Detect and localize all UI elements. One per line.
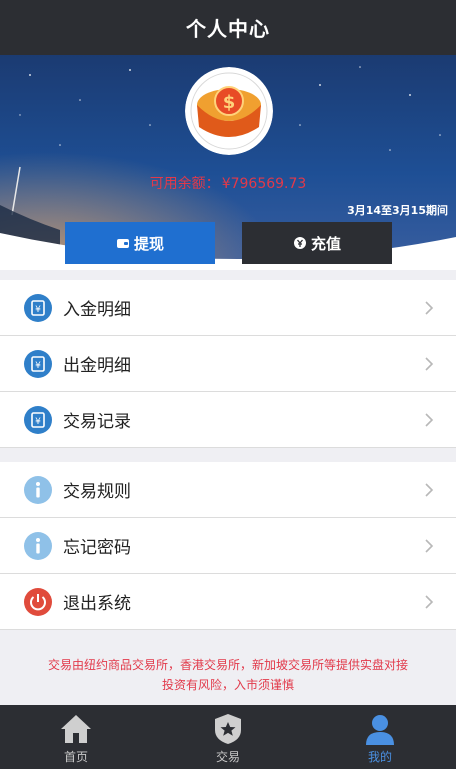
chevron-right-icon <box>425 595 434 609</box>
trade-badge-icon <box>215 714 241 744</box>
svg-text:¥: ¥ <box>35 305 41 315</box>
tab-label: 首页 <box>63 750 88 764</box>
balance-label: 可用余额： <box>149 176 220 192</box>
menu-item-logout[interactable]: 退出系统 <box>0 574 456 630</box>
svg-text:¥: ¥ <box>35 417 41 427</box>
info-icon <box>24 531 52 560</box>
home-icon <box>61 715 91 743</box>
tab-home[interactable]: 首页 <box>0 705 152 769</box>
coin-icon <box>293 237 306 249</box>
funds-menu: ¥ 入金明细 ¥ 出金明细 ¥ 交易记录 <box>0 280 456 448</box>
avatar: $ <box>185 67 273 155</box>
chevron-right-icon <box>425 301 434 315</box>
wallet-icon <box>116 239 129 248</box>
period-label: 3月14至3月15期间 <box>347 204 448 217</box>
menu-item-forgot-password[interactable]: 忘记密码 <box>0 518 456 574</box>
user-icon <box>366 715 394 745</box>
withdraw-label: 提现 <box>133 234 164 253</box>
page-header: 个人中心 <box>0 0 456 55</box>
notice-line-2: 投资有风险，入市须谨慎 <box>161 678 294 692</box>
menu-item-label: 出金明细 <box>63 356 131 376</box>
menu-item-deposit-details[interactable]: ¥ 入金明细 <box>0 280 456 336</box>
risk-notice: 交易由纽约商品交易所，香港交易所，新加坡交易所等提供实盘对接 投资有风险，入市须… <box>0 655 456 695</box>
chevron-right-icon <box>425 483 434 497</box>
svg-text:$: $ <box>223 92 236 113</box>
svg-text:¥: ¥ <box>35 361 41 371</box>
menu-item-label: 退出系统 <box>63 594 131 614</box>
record-icon: ¥ <box>24 405 52 434</box>
recharge-label: 充值 <box>310 234 341 253</box>
power-icon <box>24 587 52 616</box>
menu-item-label: 入金明细 <box>63 300 131 320</box>
account-menu: 交易规则 忘记密码 退出系统 <box>0 462 456 630</box>
recharge-button[interactable]: 充值 <box>242 222 392 264</box>
chevron-right-icon <box>425 413 434 427</box>
tab-label: 交易 <box>215 750 240 764</box>
info-icon <box>24 475 52 504</box>
balance-display: 可用余额： ¥796569.73 <box>0 173 456 193</box>
withdraw-button[interactable]: 提现 <box>65 222 215 264</box>
menu-item-withdrawal-details[interactable]: ¥ 出金明细 <box>0 336 456 392</box>
bottom-tab-bar: 首页 交易 我的 <box>0 705 456 769</box>
deposit-icon: ¥ <box>24 293 52 322</box>
notice-line-1: 交易由纽约商品交易所，香港交易所，新加坡交易所等提供实盘对接 <box>47 658 408 672</box>
menu-item-label: 交易记录 <box>63 412 131 432</box>
menu-item-trading-rules[interactable]: 交易规则 <box>0 462 456 518</box>
page-title: 个人中心 <box>186 17 270 41</box>
chevron-right-icon <box>425 357 434 371</box>
balance-amount: ¥796569.73 <box>221 176 307 192</box>
menu-item-trade-records[interactable]: ¥ 交易记录 <box>0 392 456 448</box>
tab-trade[interactable]: 交易 <box>152 705 304 769</box>
tab-mine[interactable]: 我的 <box>304 705 456 769</box>
menu-item-label: 交易规则 <box>63 482 131 502</box>
tab-label: 我的 <box>367 750 392 764</box>
chevron-right-icon <box>425 539 434 553</box>
withdrawal-icon: ¥ <box>24 349 52 378</box>
menu-item-label: 忘记密码 <box>63 538 131 558</box>
